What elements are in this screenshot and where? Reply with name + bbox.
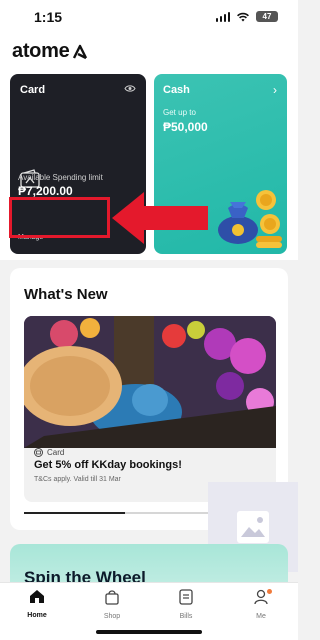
spending-limit-value: ₱7,200.00 (18, 184, 73, 198)
status-time: 1:15 (34, 9, 63, 25)
notification-dot (267, 589, 272, 594)
tab-me-label: Me (256, 613, 266, 620)
promo-tag-label: Card (47, 448, 65, 457)
bill-icon (179, 589, 193, 605)
profile-icon (254, 589, 268, 605)
wifi-icon (237, 12, 249, 21)
promo-terms: T&Cs apply. Valid till 31 Mar (34, 476, 121, 483)
battery-indicator: 47 (256, 11, 278, 22)
tab-home-label: Home (27, 612, 47, 619)
carousel-progress-fill (24, 512, 125, 514)
atome-logo-icon (73, 44, 88, 59)
tab-me[interactable]: Me (236, 589, 286, 620)
card-title: Card (20, 84, 46, 96)
tab-shop[interactable]: Shop (87, 589, 137, 620)
spending-limit-label: Available Spending limit (18, 173, 103, 182)
tab-bills-label: Bills (179, 613, 193, 620)
tab-shop-label: Shop (103, 613, 121, 620)
shopping-bag-icon (105, 590, 119, 605)
tab-home[interactable]: Home (12, 589, 62, 619)
status-bar: 1:15 47 (0, 0, 298, 34)
app-header: atome (0, 34, 298, 70)
tab-bills[interactable]: Bills (161, 589, 211, 620)
money-bag-coins-icon (218, 190, 282, 248)
status-icons: 47 (215, 11, 278, 22)
highlight-box (9, 197, 110, 238)
eye-icon[interactable] (124, 84, 136, 93)
home-icon (30, 590, 44, 603)
card-tag-icon (34, 448, 43, 457)
promo-tag: Card (34, 448, 64, 457)
promo-headline: Get 5% off KKday bookings! (34, 459, 182, 471)
cash-get-up-to: Get up to (163, 108, 196, 117)
home-indicator (96, 630, 202, 634)
arrow-left-icon (112, 192, 208, 244)
cash-title: Cash (163, 84, 190, 96)
promo-card[interactable]: Card Get 5% off KKday bookings! T&Cs app… (24, 316, 276, 502)
brand-logo: atome (12, 40, 88, 63)
cash-amount: ₱50,000 (163, 120, 208, 134)
section-title: What's New (24, 286, 108, 303)
brand-name: atome (12, 40, 70, 62)
cellular-signal-icon (215, 11, 230, 22)
promo-image (24, 316, 276, 448)
chevron-right-icon[interactable]: › (273, 83, 277, 97)
